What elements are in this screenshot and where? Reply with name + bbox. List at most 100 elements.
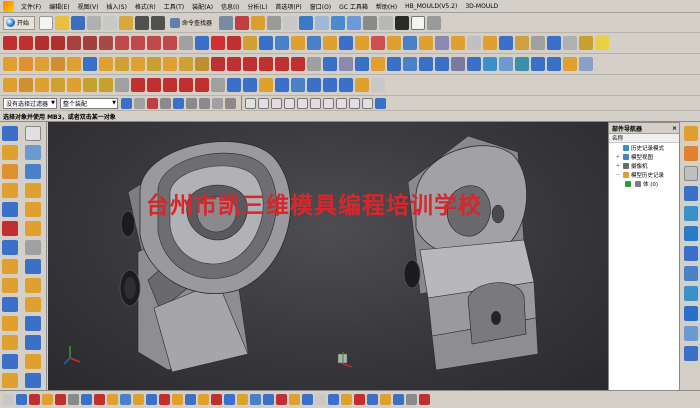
delete-face-icon[interactable] bbox=[275, 57, 289, 71]
wcs-origin-icon[interactable] bbox=[16, 394, 27, 405]
line-icon[interactable] bbox=[3, 36, 17, 50]
sketch-feature-icon[interactable] bbox=[195, 78, 209, 92]
slot-icon[interactable] bbox=[99, 57, 113, 71]
roles-icon[interactable] bbox=[683, 326, 698, 341]
undo-icon[interactable] bbox=[135, 15, 150, 30]
blank-page-icon[interactable] bbox=[25, 126, 41, 141]
wcs-display-icon[interactable] bbox=[55, 394, 66, 405]
workpiece-icon[interactable] bbox=[25, 164, 41, 179]
bridge-curve-icon[interactable] bbox=[291, 36, 305, 50]
intersect-icon[interactable] bbox=[163, 57, 177, 71]
subinsert-icon[interactable] bbox=[25, 259, 41, 274]
mold-base-icon[interactable] bbox=[2, 221, 18, 236]
unite-icon[interactable] bbox=[131, 57, 145, 71]
menu-3d-mould[interactable]: 3D-MOULD bbox=[461, 3, 502, 10]
datum-csys-icon[interactable] bbox=[163, 78, 177, 92]
menu-assembly[interactable]: 装配(A) bbox=[188, 2, 217, 11]
checkbox-icon[interactable] bbox=[625, 180, 631, 187]
snap-control-icon[interactable] bbox=[271, 97, 282, 109]
wireframe-icon[interactable] bbox=[315, 15, 330, 30]
pull-face-icon[interactable] bbox=[211, 57, 225, 71]
wcs-rotate-icon[interactable] bbox=[29, 394, 40, 405]
face-blend-icon[interactable] bbox=[243, 78, 257, 92]
tree-item-history-mode[interactable]: 历史记录模式 bbox=[609, 143, 679, 152]
project-init-icon[interactable] bbox=[2, 145, 18, 160]
info-expression-icon[interactable] bbox=[406, 394, 417, 405]
single-face-icon[interactable] bbox=[173, 97, 184, 109]
split-body-icon[interactable] bbox=[179, 57, 193, 71]
shell-icon[interactable] bbox=[595, 36, 609, 50]
tree-item-cameras[interactable]: + 摄像机 bbox=[609, 161, 679, 170]
circle-icon[interactable] bbox=[147, 36, 161, 50]
emboss-icon[interactable] bbox=[83, 78, 97, 92]
more-sync-icon[interactable] bbox=[579, 57, 593, 71]
save-icon[interactable] bbox=[71, 15, 86, 30]
extend-icon[interactable] bbox=[531, 36, 545, 50]
optimize-face-icon[interactable] bbox=[547, 57, 561, 71]
parallel-icon[interactable] bbox=[419, 57, 433, 71]
show-all-icon[interactable] bbox=[133, 394, 144, 405]
background-icon[interactable] bbox=[395, 15, 410, 30]
menu-insert[interactable]: 插入(S) bbox=[102, 2, 131, 11]
region-faces-icon[interactable] bbox=[199, 97, 210, 109]
measure-distance-icon[interactable] bbox=[211, 394, 222, 405]
redo-icon[interactable] bbox=[151, 15, 166, 30]
offset-region-icon[interactable] bbox=[227, 57, 241, 71]
examine-geometry-icon[interactable] bbox=[367, 394, 378, 405]
surface-icon[interactable] bbox=[323, 36, 337, 50]
tree-expander[interactable]: − bbox=[615, 172, 621, 178]
boss-icon[interactable] bbox=[51, 57, 65, 71]
snap-point-icon[interactable] bbox=[3, 394, 14, 405]
menu-file[interactable]: 文件(F) bbox=[17, 2, 45, 11]
menu-analysis[interactable]: 分析(L) bbox=[243, 2, 271, 11]
start-button[interactable]: 开始 bbox=[3, 15, 36, 30]
snap-on-curve-icon[interactable] bbox=[336, 97, 347, 109]
point-feature-icon[interactable] bbox=[179, 78, 193, 92]
object-display-icon[interactable] bbox=[81, 394, 92, 405]
snap-on-face-icon[interactable] bbox=[349, 97, 360, 109]
web-browser-icon[interactable] bbox=[683, 226, 698, 241]
filter-settings-icon[interactable] bbox=[121, 97, 132, 109]
menu-help[interactable]: 帮助(H) bbox=[372, 2, 401, 11]
menu-view[interactable]: 视图(V) bbox=[74, 2, 103, 11]
draft-icon[interactable] bbox=[547, 36, 561, 50]
electrode-icon[interactable] bbox=[25, 297, 41, 312]
text-icon[interactable] bbox=[211, 36, 225, 50]
constraint-navigator-icon[interactable] bbox=[683, 146, 698, 161]
exit-mold-icon[interactable] bbox=[25, 373, 41, 388]
manufacturing-wizard-icon[interactable] bbox=[683, 306, 698, 321]
gate-icon[interactable] bbox=[2, 278, 18, 293]
sew-icon[interactable] bbox=[515, 36, 529, 50]
menu-format[interactable]: 格式(R) bbox=[131, 2, 160, 11]
datum-axis-icon[interactable] bbox=[147, 78, 161, 92]
pattern-face-icon[interactable] bbox=[307, 57, 321, 71]
view-front-icon[interactable] bbox=[347, 15, 362, 30]
fill-surface-icon[interactable] bbox=[451, 36, 465, 50]
thicken-icon[interactable] bbox=[99, 78, 113, 92]
studio-surface-icon[interactable] bbox=[419, 36, 433, 50]
patch-icon[interactable] bbox=[339, 78, 353, 92]
mold-wizard-icon[interactable] bbox=[2, 126, 18, 141]
orient-icon[interactable] bbox=[283, 15, 298, 30]
menu-hb-mould[interactable]: HB_MOULD(V5.2) bbox=[401, 3, 461, 10]
copy-to-layer-icon[interactable] bbox=[172, 394, 183, 405]
radial-dim-icon[interactable] bbox=[483, 57, 497, 71]
hd3d-tools-icon[interactable] bbox=[683, 206, 698, 221]
draft-analysis-icon[interactable] bbox=[328, 394, 339, 405]
cone-icon[interactable] bbox=[35, 78, 49, 92]
ruled-icon[interactable] bbox=[387, 36, 401, 50]
tangent-icon[interactable] bbox=[387, 57, 401, 71]
section-analysis-icon[interactable] bbox=[315, 394, 326, 405]
simple-distance-icon[interactable] bbox=[250, 394, 261, 405]
analysis-icon[interactable] bbox=[251, 15, 266, 30]
graphics-window[interactable]: 台州市凯三维模具编程培训学校 bbox=[48, 122, 608, 390]
sphere-icon[interactable] bbox=[51, 78, 65, 92]
view-manager-icon[interactable] bbox=[25, 354, 41, 369]
part-navigator-icon[interactable] bbox=[683, 166, 698, 181]
subtract-icon[interactable] bbox=[147, 57, 161, 71]
cavity-design-icon[interactable] bbox=[25, 316, 41, 331]
arc-icon[interactable] bbox=[19, 36, 33, 50]
layout-icon[interactable] bbox=[2, 183, 18, 198]
tree-expander[interactable]: + bbox=[615, 163, 621, 169]
helix-icon[interactable] bbox=[179, 36, 193, 50]
